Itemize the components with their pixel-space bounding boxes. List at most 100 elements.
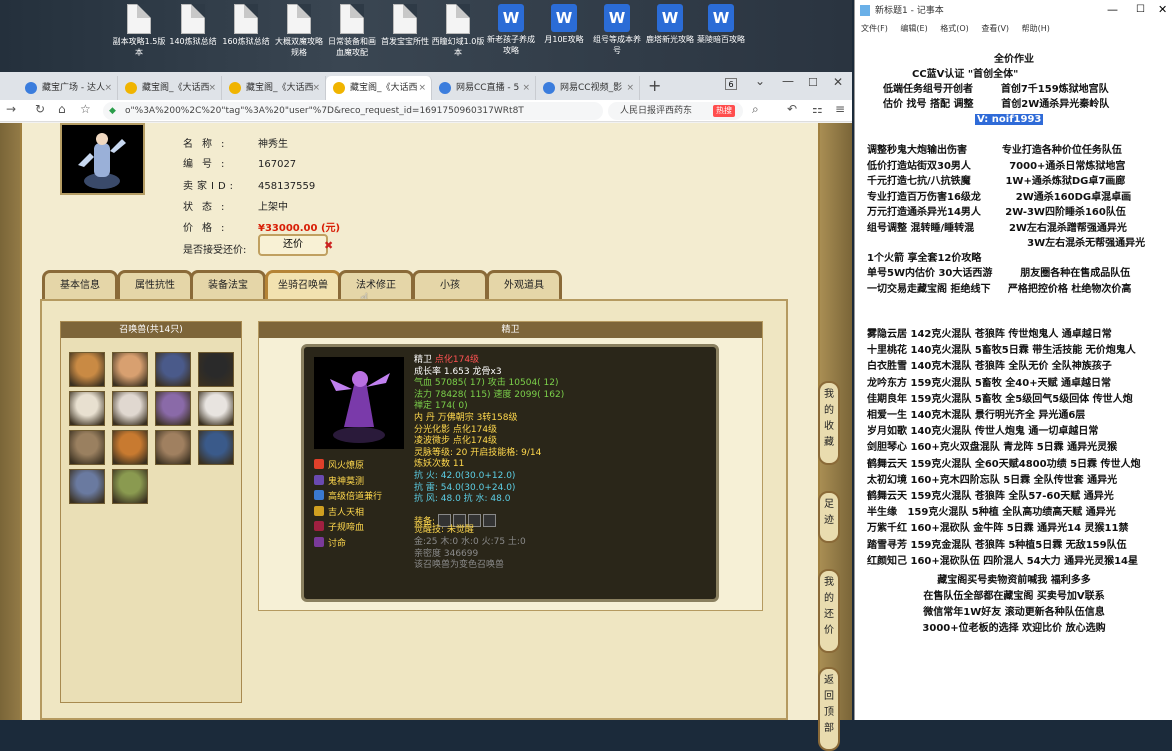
close-icon[interactable]: × xyxy=(312,76,320,100)
close-icon[interactable]: × xyxy=(208,76,216,100)
desktop-file-icon[interactable]: 西瞳幻域1.0版本 xyxy=(431,4,485,58)
tab-spells[interactable]: 法术修正 xyxy=(338,270,414,300)
tab-equipment[interactable]: 装备法宝 xyxy=(190,270,266,300)
pet-thumbnail[interactable] xyxy=(69,352,105,387)
pet-skill-item[interactable]: 鬼神莫测 xyxy=(314,474,364,488)
tab-mounts-pets[interactable]: 坐骑召唤兽 xyxy=(265,270,341,300)
pet-thumbnail[interactable] xyxy=(198,391,234,426)
skill-label: 风火燎原 xyxy=(328,461,365,471)
bookmark-icon[interactable]: ☆ xyxy=(80,102,91,116)
undo-icon[interactable]: ↶ xyxy=(787,102,797,116)
notepad-line: 在售队伍全部都在藏宝阁 买卖号加V联系 xyxy=(923,591,1105,602)
pet-image xyxy=(314,357,404,449)
desktop-file-icon[interactable]: 140炼狱总结 xyxy=(166,4,220,47)
tab-appearance[interactable]: 外观道具 xyxy=(486,270,562,300)
minimize-icon[interactable]: — xyxy=(1107,3,1118,16)
notepad-line: CC蓝V认证 "首创全体" xyxy=(912,69,1019,80)
forward-icon[interactable]: → xyxy=(6,102,16,116)
back-to-top-button[interactable]: 返回顶部 xyxy=(818,667,840,751)
pet-thumbnail[interactable] xyxy=(69,469,105,504)
close-icon[interactable]: ✕ xyxy=(1158,3,1167,16)
pet-skill-item[interactable]: 子规啼血 xyxy=(314,521,364,534)
search-icon[interactable]: ⌕ xyxy=(752,102,759,117)
pet-thumbnail[interactable] xyxy=(198,352,234,387)
reload-icon[interactable]: ↻ xyxy=(35,102,45,116)
close-icon[interactable]: × xyxy=(522,76,530,100)
close-icon[interactable]: × xyxy=(104,76,112,100)
menu-icon[interactable]: ≡ xyxy=(835,102,845,116)
menu-view[interactable]: 查看(V) xyxy=(981,24,1009,33)
close-icon[interactable]: ✕ xyxy=(833,75,843,89)
desktop-file-icon[interactable]: 日常装备和画血魔攻配 xyxy=(325,4,379,58)
desktop-file-icon[interactable]: W 薬陵暗百攻略 xyxy=(694,4,748,45)
pet-stat-line: 成长率 1.653 龙骨x3 xyxy=(414,367,502,378)
tab-basic-info[interactable]: 基本信息 xyxy=(42,270,118,300)
pet-thumbnail[interactable] xyxy=(112,391,148,426)
word-file-icon: W xyxy=(604,4,630,32)
my-haggle-button[interactable]: 我的还价 xyxy=(818,569,840,653)
pet-thumbnail[interactable] xyxy=(155,391,191,426)
browser-tab[interactable]: 网易CC直播 - 5 × xyxy=(432,76,536,100)
desktop-file-icon[interactable]: 大概双魔攻略规格 xyxy=(272,4,326,58)
menu-file[interactable]: 文件(F) xyxy=(861,24,888,33)
maximize-icon[interactable]: ☐ xyxy=(1136,4,1145,15)
word-file-icon: W xyxy=(498,4,524,32)
desktop-file-icon[interactable]: W 鹿塔新光攻略 xyxy=(643,4,697,45)
address-bar[interactable]: ◆ o"%3A%200%2C%20"tag"%3A%20"user"%7D&rec… xyxy=(103,102,603,120)
minimize-icon[interactable]: — xyxy=(782,74,794,88)
desktop-file-icon[interactable]: W 组号等成本养号 xyxy=(590,4,644,56)
pet-thumbnail[interactable] xyxy=(112,430,148,465)
close-icon[interactable]: × xyxy=(626,76,634,100)
equipment-slot-icon[interactable] xyxy=(482,513,496,527)
skill-icon xyxy=(314,490,324,500)
pet-skill-item[interactable]: 高级倍道兼行 xyxy=(314,490,382,503)
pet-stat-line: 分光化影 点化174级 xyxy=(414,425,497,436)
close-icon[interactable]: × xyxy=(418,76,426,100)
favorites-button[interactable]: 我的收藏 xyxy=(818,381,840,465)
pet-thumbnail[interactable] xyxy=(155,352,191,387)
browser-tab[interactable]: 藏宝阁_《大话西 × xyxy=(118,76,222,100)
desktop-file-icon[interactable]: 首发宝宝所性 xyxy=(378,4,432,47)
browser-tab[interactable]: 藏宝阁_《大话西 × xyxy=(222,76,326,100)
menu-format[interactable]: 格式(O) xyxy=(940,24,969,33)
close-icon[interactable]: ✖ xyxy=(324,239,333,252)
site-icon xyxy=(125,82,137,94)
pet-thumbnail[interactable] xyxy=(112,352,148,387)
chevron-down-icon[interactable]: ⌄ xyxy=(755,74,765,88)
desktop-file-icon[interactable]: 160炼狱总结 xyxy=(219,4,273,47)
pet-stat-text: 灵脉等级: 20 开启技能格: 9/14 xyxy=(414,447,542,458)
pet-thumbnail[interactable] xyxy=(69,430,105,465)
pet-thumbnail[interactable] xyxy=(155,430,191,465)
browser-tab-active[interactable]: 藏宝阁_《大话西 × xyxy=(326,76,432,100)
desktop-file-icon[interactable]: 副本攻略1.5版本 xyxy=(112,4,166,58)
search-box[interactable]: 人民日报评西药东 热搜 xyxy=(608,102,743,120)
pet-thumbnail[interactable] xyxy=(112,469,148,504)
pet-thumbnail[interactable] xyxy=(69,391,105,426)
haggle-button[interactable]: 还价 xyxy=(258,234,328,256)
browser-tab[interactable]: 藏宝广场 - 达人 × xyxy=(18,76,118,100)
pet-stat-text: 炼妖次数 11 xyxy=(414,459,465,470)
maximize-icon[interactable]: ☐ xyxy=(808,76,818,89)
skill-label: 吉人天相 xyxy=(328,507,365,518)
pet-skill-item[interactable]: 吉人天相 xyxy=(314,505,365,519)
new-tab-button[interactable]: + xyxy=(648,76,661,95)
word-file-icon: W xyxy=(551,4,577,32)
grid-icon[interactable]: ⚏ xyxy=(812,102,823,116)
selected-text[interactable]: V: noif1993 xyxy=(975,114,1044,125)
desktop-file-icon[interactable]: W 月10E攻略 xyxy=(537,4,591,45)
pet-thumbnail[interactable] xyxy=(198,430,234,465)
pet-skill-item[interactable]: 讨命 xyxy=(314,536,346,550)
item-id-row: 编号: 167027 xyxy=(183,159,297,170)
desktop: 副本攻略1.5版本 140炼狱总结 160炼狱总结 大概双魔攻略规格 日常装备和画血魔攻… xyxy=(0,0,852,72)
home-icon[interactable]: ⌂ xyxy=(58,102,66,116)
desktop-file-icon[interactable]: W 新老孩子养成攻略 xyxy=(484,4,538,56)
pet-skill-item[interactable]: 风火燎原 xyxy=(314,459,364,472)
tab-child[interactable]: 小孩 xyxy=(412,270,488,300)
footprint-button[interactable]: 足迹 xyxy=(818,491,840,543)
tab-attributes[interactable]: 属性抗性 xyxy=(117,270,193,300)
menu-help[interactable]: 帮助(H) xyxy=(1022,24,1050,33)
tab-count-badge[interactable]: 6 xyxy=(725,78,737,90)
browser-tab[interactable]: 网易CC视频_影 × xyxy=(536,76,640,100)
menu-edit[interactable]: 编辑(E) xyxy=(900,24,927,33)
pet-stat-text: 内 丹 万佛朝宗 3转158级 xyxy=(414,413,518,423)
